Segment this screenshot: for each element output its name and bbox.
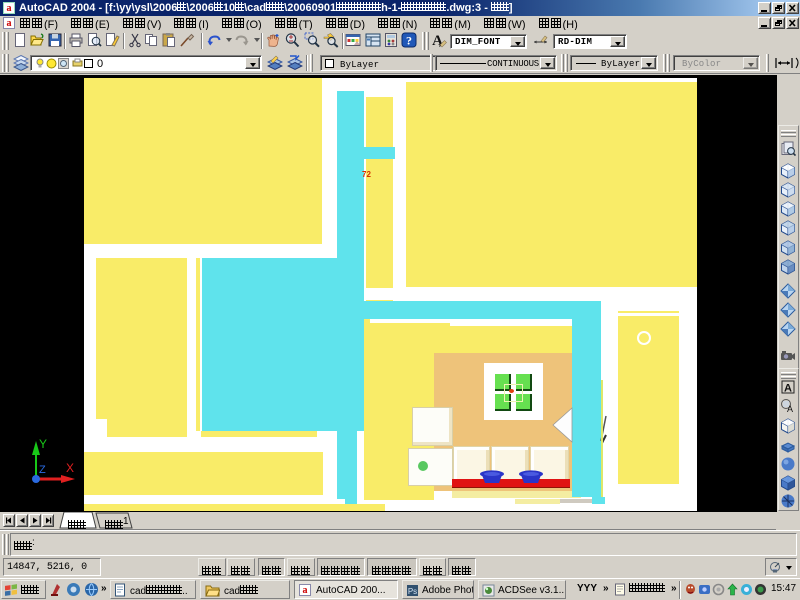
svg-text:A: A bbox=[787, 404, 793, 414]
svg-text:?: ? bbox=[406, 34, 412, 48]
svg-text:Ps: Ps bbox=[408, 587, 417, 596]
svg-text:A: A bbox=[784, 383, 792, 395]
svg-text:Z: Z bbox=[39, 464, 46, 476]
svg-text:X: X bbox=[66, 461, 74, 475]
svg-text:Y: Y bbox=[39, 437, 47, 451]
